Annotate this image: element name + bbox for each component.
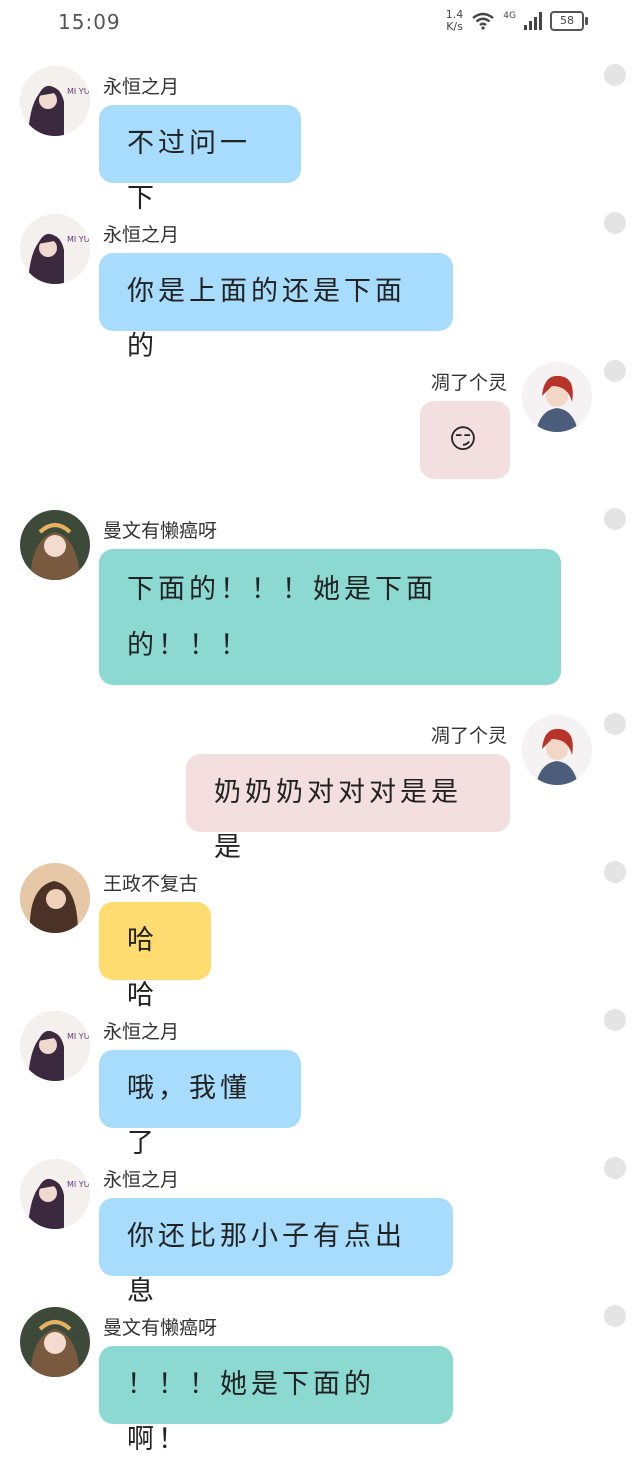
avatar-logo-text: MI YUE [67, 87, 90, 96]
sender-name: 王政不复古 [103, 873, 199, 895]
message-bubble[interactable]: 不过问一下 [99, 105, 301, 214]
message-text: ！！！她是下面的啊！ [127, 1369, 375, 1455]
avatar[interactable]: MI YUE [20, 1159, 90, 1229]
sender-name: 曼文有懒癌呀 [103, 1317, 218, 1339]
message-text: 不过问一下 [127, 128, 251, 214]
sender-name: 永恒之月 [103, 1169, 180, 1191]
select-dot[interactable] [604, 713, 626, 735]
wifi-icon [472, 12, 495, 30]
sender-name: 曼文有懒癌呀 [103, 520, 218, 542]
select-dot[interactable] [604, 360, 626, 382]
select-dot[interactable] [604, 64, 626, 86]
select-dot[interactable] [604, 1157, 626, 1179]
status-bar: 15:09 1.4 K/s 4G 58 [0, 0, 640, 48]
sender-name: 永恒之月 [103, 76, 180, 98]
message-bubble[interactable]: ！！！她是下面的啊！ [99, 1346, 453, 1455]
avatar-image: MI YUE [20, 66, 90, 136]
avatar[interactable]: MI YUE [20, 66, 90, 136]
message-bubble[interactable]: 哈哈 [99, 902, 211, 1011]
sender-name: 凋了个灵 [430, 372, 507, 394]
network-speed-unit: K/s [446, 20, 463, 33]
avatar-image: MI YUE [20, 1011, 90, 1081]
avatar-logo-text: MI YUE [67, 1032, 90, 1041]
avatar-image [522, 362, 592, 432]
message-text: 你是上面的还是下面的 [127, 276, 406, 362]
avatar-image [20, 1307, 90, 1377]
avatar[interactable] [20, 863, 90, 933]
battery-level: 58 [560, 14, 574, 27]
sender-name: 凋了个灵 [430, 725, 507, 747]
message-bubble[interactable]: 😏 [420, 401, 510, 479]
message-text: 下面的！！！她是下面的！！！ [127, 574, 437, 661]
avatar[interactable]: MI YUE [20, 1011, 90, 1081]
avatar-image: MI YUE [20, 214, 90, 284]
signal-icon [524, 12, 542, 30]
message-text: 你还比那小子有点出息 [127, 1221, 406, 1307]
message-bubble[interactable]: 你还比那小子有点出息 [99, 1198, 453, 1307]
avatar[interactable] [522, 362, 592, 432]
message-text: 哦，我懂了 [127, 1073, 251, 1159]
sender-name: 永恒之月 [103, 224, 180, 246]
message-text: 奶奶奶对对对是是是 [214, 777, 462, 863]
select-dot[interactable] [604, 861, 626, 883]
message-bubble[interactable]: 下面的！！！她是下面的！！！ [99, 549, 561, 685]
avatar[interactable] [20, 510, 90, 580]
message-bubble[interactable]: 你是上面的还是下面的 [99, 253, 453, 362]
message-bubble[interactable]: 奶奶奶对对对是是是 [186, 754, 510, 863]
emoji-smirk: 😏 [448, 424, 482, 455]
avatar[interactable]: MI YUE [20, 214, 90, 284]
message-bubble[interactable]: 哦，我懂了 [99, 1050, 301, 1159]
message-text: 哈哈 [127, 925, 158, 1011]
avatar-image: MI YUE [20, 1159, 90, 1229]
avatar-image [20, 863, 90, 933]
select-dot[interactable] [604, 1009, 626, 1031]
avatar-image [20, 510, 90, 580]
select-dot[interactable] [604, 212, 626, 234]
sender-name: 永恒之月 [103, 1021, 180, 1043]
avatar[interactable] [522, 715, 592, 785]
status-icons: 1.4 K/s 4G 58 [446, 9, 588, 33]
avatar[interactable] [20, 1307, 90, 1377]
avatar-image [522, 715, 592, 785]
status-time: 15:09 [58, 10, 121, 34]
network-speed: 1.4 K/s [446, 9, 464, 33]
avatar-logo-text: MI YUE [67, 1180, 90, 1189]
battery-icon: 58 [550, 11, 588, 31]
select-dot[interactable] [604, 508, 626, 530]
network-type: 4G [503, 11, 516, 21]
avatar-logo-text: MI YUE [67, 235, 90, 244]
select-dot[interactable] [604, 1305, 626, 1327]
